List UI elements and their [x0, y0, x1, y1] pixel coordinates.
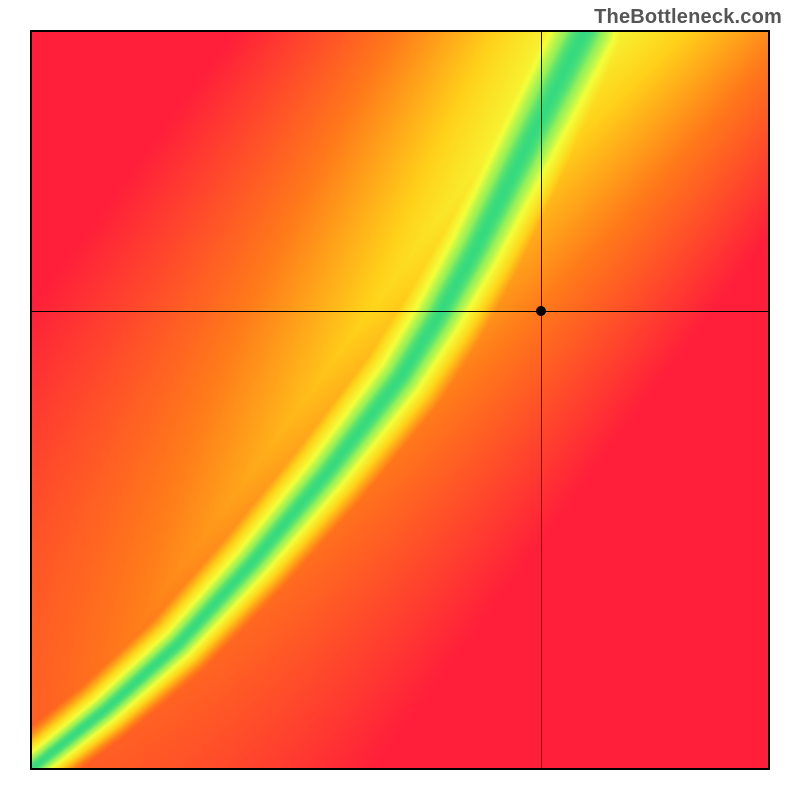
watermark-text: TheBottleneck.com: [594, 6, 782, 29]
heatmap-plot: [30, 30, 770, 770]
heatmap-canvas: [30, 30, 770, 770]
chart-stage: TheBottleneck.com: [0, 0, 800, 800]
